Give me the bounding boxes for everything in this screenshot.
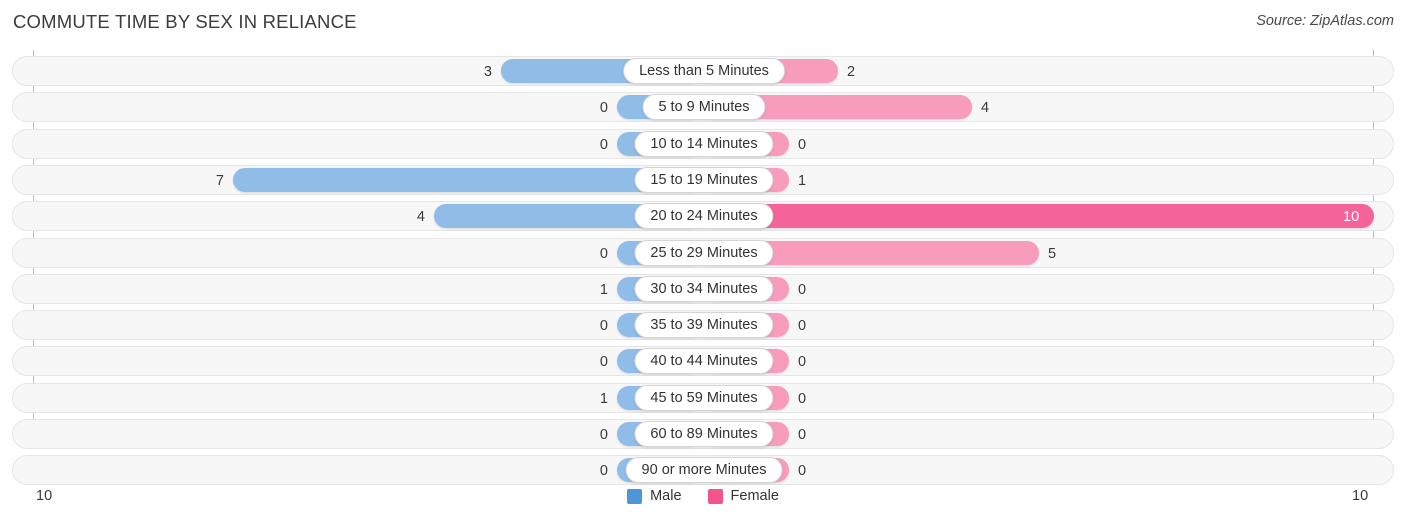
value-label-male: 0: [599, 354, 608, 371]
row-content: 0 5 25 to 29 Minutes: [13, 239, 1393, 267]
value-label-male: 0: [599, 245, 608, 262]
table-row[interactable]: 0 0 35 to 39 Minutes: [12, 310, 1394, 341]
category-label: 90 or more Minutes: [625, 457, 783, 484]
row-content: 1 0 45 to 59 Minutes: [13, 384, 1393, 412]
legend-label: Male: [650, 488, 682, 504]
row-content: 0 0 35 to 39 Minutes: [13, 311, 1393, 339]
value-label-male: 1: [599, 281, 608, 298]
row-content: 4 10 20 to 24 Minutes: [13, 202, 1393, 230]
legend-label: Female: [730, 488, 779, 504]
table-row[interactable]: 4 10 20 to 24 Minutes: [12, 201, 1394, 232]
row-content: 1 0 30 to 34 Minutes: [13, 275, 1393, 303]
chart-footer: 10 10 Male Female: [0, 482, 1406, 523]
table-row[interactable]: 0 0 60 to 89 Minutes: [12, 419, 1394, 449]
value-label-female: 1: [798, 172, 807, 189]
row-content: 3 2 Less than 5 Minutes: [13, 57, 1393, 85]
category-label: 25 to 29 Minutes: [634, 239, 774, 266]
value-label-male: 4: [416, 209, 425, 226]
value-label-female: 5: [1048, 245, 1057, 262]
legend-swatch-icon: [707, 488, 723, 504]
value-label-female: 0: [798, 281, 807, 298]
value-label-female: 2: [847, 64, 856, 80]
row-content: 0 0 10 to 14 Minutes: [13, 130, 1393, 158]
table-row[interactable]: 0 0 10 to 14 Minutes: [12, 128, 1394, 159]
value-label-male: 3: [483, 64, 492, 80]
category-label: 45 to 59 Minutes: [634, 384, 774, 411]
value-label-male: 0: [599, 427, 608, 443]
table-row[interactable]: 0 4 5 to 9 Minutes: [12, 92, 1394, 123]
category-label: 60 to 89 Minutes: [634, 421, 774, 447]
table-row[interactable]: 1 0 45 to 59 Minutes: [12, 382, 1394, 413]
value-label-female: 0: [798, 354, 807, 371]
table-row[interactable]: 3 2 Less than 5 Minutes: [12, 56, 1394, 86]
value-label-female: 0: [798, 136, 807, 153]
row-content: 7 1 15 to 19 Minutes: [13, 166, 1393, 194]
category-label: Less than 5 Minutes: [623, 58, 785, 84]
legend-item-female[interactable]: Female: [707, 488, 779, 504]
value-label-male: 0: [599, 318, 608, 335]
table-row[interactable]: 0 0 90 or more Minutes: [12, 455, 1394, 486]
row-content: 0 4 5 to 9 Minutes: [13, 93, 1393, 121]
table-row[interactable]: 0 5 25 to 29 Minutes: [12, 237, 1394, 268]
value-label-male: 1: [599, 390, 608, 407]
value-label-female: 10: [1343, 209, 1360, 226]
category-label: 15 to 19 Minutes: [634, 166, 774, 193]
bar-male[interactable]: [233, 167, 702, 192]
bar-female[interactable]: [704, 204, 1374, 229]
legend-item-male[interactable]: Male: [627, 488, 682, 504]
category-label: 20 to 24 Minutes: [634, 203, 774, 230]
table-row[interactable]: 7 1 15 to 19 Minutes: [12, 164, 1394, 195]
category-label: 40 to 44 Minutes: [634, 348, 774, 375]
commute-time-by-sex-chart: COMMUTE TIME BY SEX IN RELIANCE Source: …: [0, 0, 1406, 523]
value-label-female: 0: [798, 427, 807, 443]
plot-area: 3 2 Less than 5 Minutes 0 4 5 to 9 Minutes 0 0 1…: [0, 50, 1406, 486]
value-label-male: 0: [599, 100, 608, 117]
legend: Male Female: [0, 488, 1406, 504]
table-row[interactable]: 0 0 40 to 44 Minutes: [12, 346, 1394, 377]
value-label-female: 0: [798, 390, 807, 407]
source-attribution: Source: ZipAtlas.com: [1256, 13, 1394, 29]
value-label-female: 0: [798, 318, 807, 335]
category-label: 5 to 9 Minutes: [642, 94, 766, 121]
table-row[interactable]: 1 0 30 to 34 Minutes: [12, 273, 1394, 304]
row-content: 0 0 90 or more Minutes: [13, 456, 1393, 484]
page-title: COMMUTE TIME BY SEX IN RELIANCE: [13, 11, 357, 32]
category-label: 30 to 34 Minutes: [634, 275, 774, 302]
value-label-male: 0: [599, 136, 608, 153]
row-content: 0 0 40 to 44 Minutes: [13, 347, 1393, 375]
category-label: 35 to 39 Minutes: [634, 312, 774, 339]
value-label-male: 7: [215, 172, 224, 189]
legend-swatch-icon: [627, 488, 643, 504]
row-content: 0 0 60 to 89 Minutes: [13, 420, 1393, 448]
value-label-female: 4: [981, 100, 990, 117]
category-label: 10 to 14 Minutes: [634, 130, 774, 157]
